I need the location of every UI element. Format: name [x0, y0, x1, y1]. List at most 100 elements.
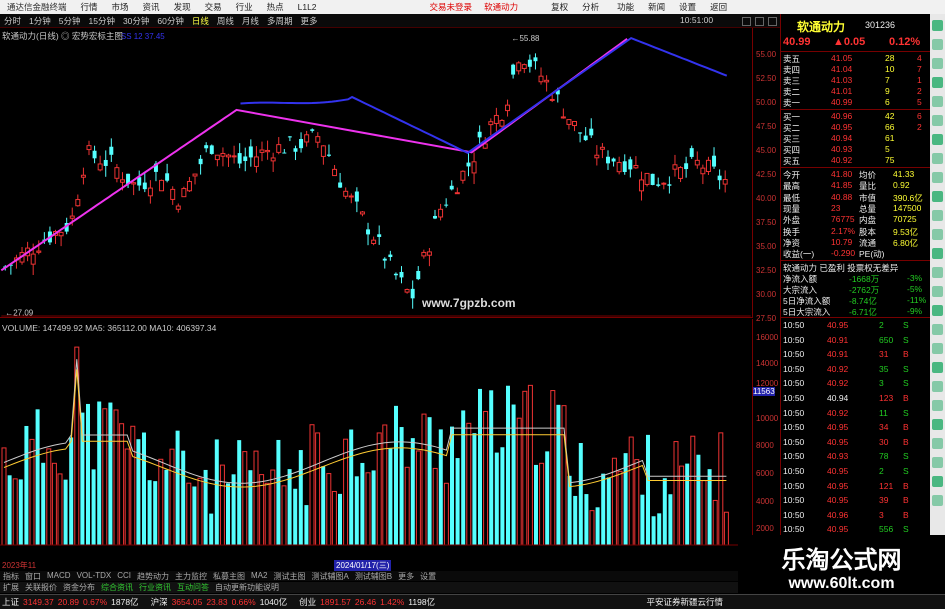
- sidebar-tool-icon[interactable]: [932, 267, 943, 278]
- volume-tick: 14000: [756, 359, 779, 368]
- indicator-tab[interactable]: MA2: [248, 571, 270, 581]
- sidebar-tool-icon[interactable]: [932, 476, 943, 487]
- volume-bar: [321, 466, 326, 545]
- indicator-tab[interactable]: MACD: [44, 571, 74, 581]
- sidebar-tool-icon[interactable]: [932, 134, 943, 145]
- sidebar-tool-icon[interactable]: [932, 172, 943, 183]
- sidebar-tool-icon[interactable]: [932, 229, 943, 240]
- candle-body: [165, 173, 170, 181]
- sidebar-tool-icon[interactable]: [932, 495, 943, 506]
- menu-item-discover[interactable]: 发现: [167, 1, 198, 13]
- info-tab[interactable]: 综合资讯: [98, 582, 136, 593]
- menu-item-fuquan[interactable]: 复权: [544, 1, 575, 13]
- indicator-tab[interactable]: 窗口: [22, 571, 44, 581]
- indicator-tab[interactable]: 指标: [0, 571, 22, 581]
- minimize-icon[interactable]: [742, 16, 751, 26]
- high-price-label: ←55.88: [512, 34, 540, 43]
- menu-item-l1l2[interactable]: L1L2: [291, 2, 324, 12]
- stock-code: 301236: [865, 20, 896, 30]
- menu-item-industry[interactable]: 行业: [229, 1, 260, 13]
- index-name[interactable]: 上证: [0, 596, 21, 608]
- indicator-tab[interactable]: VOL-TDX: [74, 571, 115, 581]
- tick-row: 10:50 40.95 2 S: [781, 320, 930, 331]
- tick-side: B: [903, 509, 909, 520]
- info-tab[interactable]: 资金分布: [60, 582, 98, 593]
- indicator-tab[interactable]: 趋势动力: [134, 571, 172, 581]
- sidebar-tool-icon[interactable]: [932, 286, 943, 297]
- info-tab[interactable]: 自动更新功能说明: [212, 582, 282, 593]
- menu-item-hot[interactable]: 热点: [260, 1, 291, 13]
- info-tab[interactable]: 互动问答: [174, 582, 212, 593]
- sidebar-tool-icon[interactable]: [932, 115, 943, 126]
- indicator-tab[interactable]: 测试辅图B: [352, 571, 395, 581]
- sidebar-tool-icon[interactable]: [932, 191, 943, 202]
- sidebar-tool-icon[interactable]: [932, 362, 943, 373]
- menu-item-market[interactable]: 市场: [105, 1, 136, 13]
- sidebar-tool-icon[interactable]: [932, 153, 943, 164]
- period-tab[interactable]: 60分钟: [153, 15, 187, 27]
- sidebar-tool-icon[interactable]: [932, 457, 943, 468]
- indicator-tab[interactable]: 私募主图: [210, 571, 248, 581]
- candlestick-chart[interactable]: ←55.88 ←27.09 SS 12 37.45: [0, 28, 752, 318]
- menu-item-trade[interactable]: 交易: [198, 1, 229, 13]
- sidebar-tool-icon[interactable]: [932, 419, 943, 430]
- period-tab[interactable]: 5分钟: [55, 15, 85, 27]
- info-tab[interactable]: 关联报价: [22, 582, 60, 593]
- sidebar-tool-icon[interactable]: [932, 96, 943, 107]
- period-tab[interactable]: 月线: [238, 15, 263, 27]
- index-name[interactable]: 沪深: [149, 596, 170, 608]
- volume-bar: [723, 511, 729, 546]
- maximize-icon[interactable]: [755, 16, 764, 26]
- sidebar-tool-icon[interactable]: [932, 248, 943, 259]
- period-toolbar: 分时 1分钟 5分钟 15分钟 30分钟 60分钟 日线 周线 月线 多周期 更…: [0, 14, 780, 28]
- menu-item-newsfeed[interactable]: 新闻: [641, 1, 672, 13]
- menu-item-news[interactable]: 资讯: [136, 1, 167, 13]
- volume-bar: [175, 430, 180, 545]
- sidebar-tool-icon[interactable]: [932, 77, 943, 88]
- volume-chart[interactable]: [0, 319, 752, 559]
- sidebar-tool-icon[interactable]: [932, 305, 943, 316]
- tick-time: 10:50: [783, 407, 805, 418]
- sidebar-tool-icon[interactable]: [932, 400, 943, 411]
- menu-item-settings[interactable]: 设置: [672, 1, 703, 13]
- volume-bar: [712, 499, 718, 546]
- period-tab[interactable]: 周线: [213, 15, 238, 27]
- menu-item-quotes[interactable]: 行情: [74, 1, 105, 13]
- indicator-tab[interactable]: CCI: [114, 571, 134, 581]
- period-tab[interactable]: 更多: [296, 15, 321, 27]
- period-tab[interactable]: 分时: [0, 15, 25, 27]
- close-icon[interactable]: [768, 16, 777, 26]
- period-tab[interactable]: 多周期: [263, 15, 297, 27]
- menu-item-function[interactable]: 功能: [610, 1, 641, 13]
- indicator-tab[interactable]: 测试主图: [270, 571, 308, 581]
- level-price: 40.93: [831, 144, 853, 154]
- login-status[interactable]: 交易未登录: [424, 1, 479, 13]
- indicator-tab[interactable]: 测试辅图A: [308, 571, 351, 581]
- candle-body: [527, 59, 532, 67]
- info-tab[interactable]: 行业资讯: [136, 582, 174, 593]
- index-name[interactable]: 创业: [297, 596, 318, 608]
- period-tab-active[interactable]: 日线: [188, 15, 213, 27]
- indicator-tab[interactable]: 主力监控: [172, 571, 210, 581]
- tick-time: 10:50: [783, 422, 805, 433]
- period-tab[interactable]: 1分钟: [25, 15, 55, 27]
- period-tab[interactable]: 15分钟: [84, 15, 118, 27]
- sidebar-tool-icon[interactable]: [932, 343, 943, 354]
- sidebar-tool-icon[interactable]: [932, 324, 943, 335]
- sidebar-tool-icon[interactable]: [932, 381, 943, 392]
- sidebar-tool-icon[interactable]: [932, 438, 943, 449]
- info-tab[interactable]: 扩展: [0, 582, 22, 593]
- candle-body: [444, 204, 449, 206]
- volume-bar: [287, 469, 292, 545]
- sidebar-tool-icon[interactable]: [932, 210, 943, 221]
- indicator-tab[interactable]: 更多: [395, 571, 417, 581]
- indicator-tab[interactable]: 设置: [417, 571, 439, 581]
- menu-item-back[interactable]: 返回: [703, 1, 734, 13]
- menu-item-analysis[interactable]: 分析: [575, 1, 606, 13]
- sidebar-tool-icon[interactable]: [932, 58, 943, 69]
- volume-bar: [181, 450, 186, 545]
- candle-body: [622, 161, 627, 172]
- sidebar-tool-icon[interactable]: [932, 39, 943, 50]
- sidebar-tool-icon[interactable]: [932, 20, 943, 31]
- period-tab[interactable]: 30分钟: [119, 15, 153, 27]
